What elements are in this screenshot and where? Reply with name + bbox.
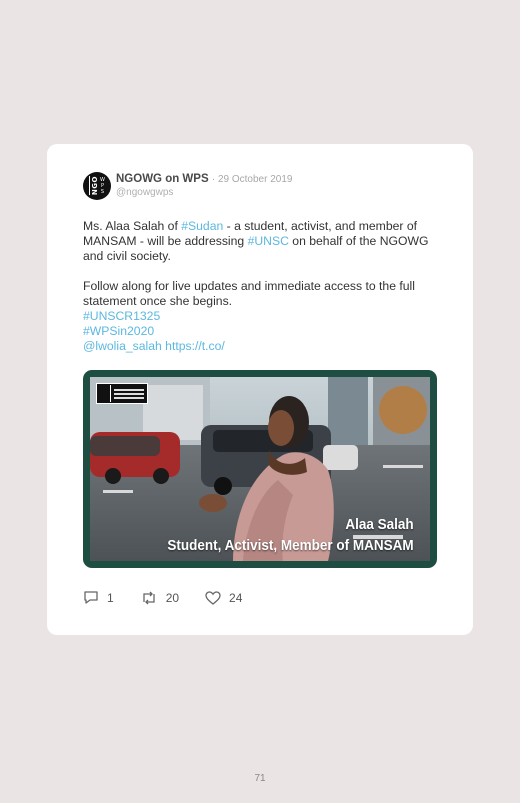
- hashtag-wpsin2020[interactable]: #WPSin2020: [83, 324, 154, 338]
- reply-button[interactable]: 1: [83, 590, 114, 605]
- tweet-text: Ms. Alaa Salah of #Sudan - a student, ac…: [83, 219, 443, 354]
- tweet-paragraph-2: Follow along for live updates and immedi…: [83, 279, 415, 308]
- like-icon: [205, 590, 221, 605]
- reply-count: 1: [107, 590, 114, 605]
- like-count: 24: [229, 590, 243, 605]
- retweet-button[interactable]: 20: [140, 591, 179, 605]
- hashtag-sudan[interactable]: #Sudan: [181, 219, 223, 233]
- tweet-card: NGO W P S NGOWG on WPS · 29 October 2019…: [47, 144, 473, 635]
- retweet-icon: [143, 591, 155, 604]
- account-name[interactable]: NGOWG on WPS: [116, 173, 209, 185]
- tweet-date[interactable]: · 29 October 2019: [212, 174, 293, 185]
- hashtag-unsc[interactable]: #UNSC: [248, 234, 289, 248]
- avatar-logo-ngo: NGO: [89, 176, 100, 196]
- page-number: 71: [254, 773, 266, 784]
- avatar[interactable]: NGO W P S: [83, 172, 111, 200]
- account-handle[interactable]: @ngowgwps: [116, 187, 173, 198]
- tweet-media-image[interactable]: Alaa Salah Student, Activist, Member of …: [83, 370, 437, 568]
- retweet-count: 20: [165, 590, 180, 605]
- url-link[interactable]: https://t.co/: [165, 339, 225, 353]
- media-watermark-logo: [96, 383, 148, 404]
- caption-title: Student, Activist, Member of MANSAM: [167, 537, 414, 554]
- avatar-logo-wps: W P S: [100, 177, 105, 195]
- reply-icon: [84, 591, 98, 604]
- media-caption: Alaa Salah Student, Activist, Member of …: [168, 514, 414, 556]
- hashtag-unscr1325[interactable]: #UNSCR1325: [83, 309, 160, 323]
- like-button[interactable]: 24: [205, 591, 242, 605]
- author-line: NGOWG on WPS · 29 October 2019: [116, 173, 292, 185]
- tweet-paragraph-1: Ms. Alaa Salah of #Sudan - a student, ac…: [83, 219, 429, 263]
- mention-link[interactable]: @lwolia_salah: [83, 339, 162, 353]
- caption-name: Alaa Salah: [345, 516, 414, 533]
- tweet-actions: 1 20 24: [83, 590, 268, 605]
